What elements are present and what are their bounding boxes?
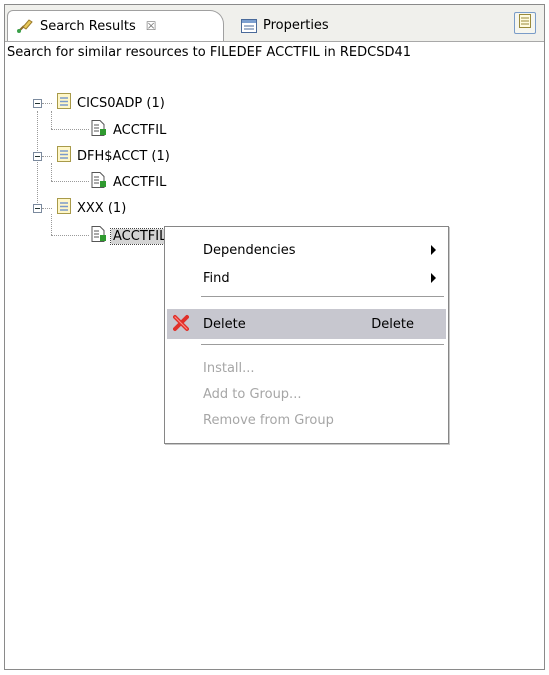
tree-file-label: ACCTFIL [113,174,167,190]
menu-item-install[interactable]: Install... [167,355,446,381]
filedef-icon [91,172,107,192]
tree-file-label: ACCTFIL [113,122,167,138]
tree-connector [42,156,52,157]
tree-group-label: DFH$ACCT (1) [77,148,170,164]
group-icon [57,198,71,218]
group-icon [57,93,71,113]
menu-item-dependencies[interactable]: Dependencies [167,237,446,263]
filedef-icon [91,120,107,140]
tab-properties[interactable]: Properties [235,10,348,41]
search-results-icon [16,18,34,34]
tree-file-node-selected[interactable]: ACCTFIL [91,226,170,246]
group-icon [57,146,71,166]
menu-item-delete[interactable]: Delete Delete [167,309,446,339]
tree-group-node[interactable]: DFH$ACCT (1) [57,146,170,166]
tab-search-results[interactable]: Search Results ☒ [7,10,224,41]
tree-file-node[interactable]: ACCTFIL [91,120,167,140]
filedef-icon [91,226,107,246]
menu-item-label: Find [203,270,230,286]
tab-search-results-label: Search Results [40,18,136,34]
menu-item-label: Add to Group... [203,386,302,402]
tree-connector [51,181,89,182]
collapse-toggle-icon[interactable] [33,99,42,108]
tree-connector [51,214,52,235]
menu-item-label: Remove from Group [203,412,334,428]
submenu-arrow-icon [431,245,436,255]
tree-connector [42,103,52,104]
menu-item-shortcut: Delete [371,316,414,332]
tree-group-node[interactable]: CICS0ADP (1) [57,93,165,113]
tree-connector [51,235,89,236]
tab-properties-label: Properties [263,18,329,33]
tree-connector [51,163,52,181]
tree-file-label: ACCTFIL [109,227,170,245]
tree-group-node[interactable]: XXX (1) [57,198,127,218]
submenu-arrow-icon [431,273,436,283]
view-menu-button[interactable] [514,12,536,34]
tree-file-node[interactable]: ACCTFIL [91,172,167,192]
menu-item-label: Dependencies [203,242,296,258]
tree-connector [51,129,89,130]
tree-group-label: CICS0ADP (1) [77,95,165,111]
menu-item-remove-from-group[interactable]: Remove from Group [167,407,446,433]
collapse-toggle-icon[interactable] [33,152,42,161]
menu-item-label: Delete [203,316,246,332]
view-menu-icon [519,14,531,32]
menu-separator [201,344,444,346]
menu-item-find[interactable]: Find [167,265,446,291]
properties-icon [241,18,257,33]
menu-item-label: Install... [203,360,255,376]
search-description: Search for similar resources to FILEDEF … [7,45,412,60]
delete-x-icon [173,314,189,336]
close-tab-icon[interactable]: ☒ [146,19,157,33]
tree-connector [51,111,52,129]
tree-connector [42,208,52,209]
collapse-toggle-icon[interactable] [33,204,42,213]
menu-separator [201,296,444,298]
view-tab-bar: Search Results ☒ Properties [5,5,544,42]
tree-group-label: XXX (1) [77,200,127,216]
menu-item-add-to-group[interactable]: Add to Group... [167,381,446,407]
context-menu: Dependencies Find Delete Delete Install.… [164,226,449,444]
